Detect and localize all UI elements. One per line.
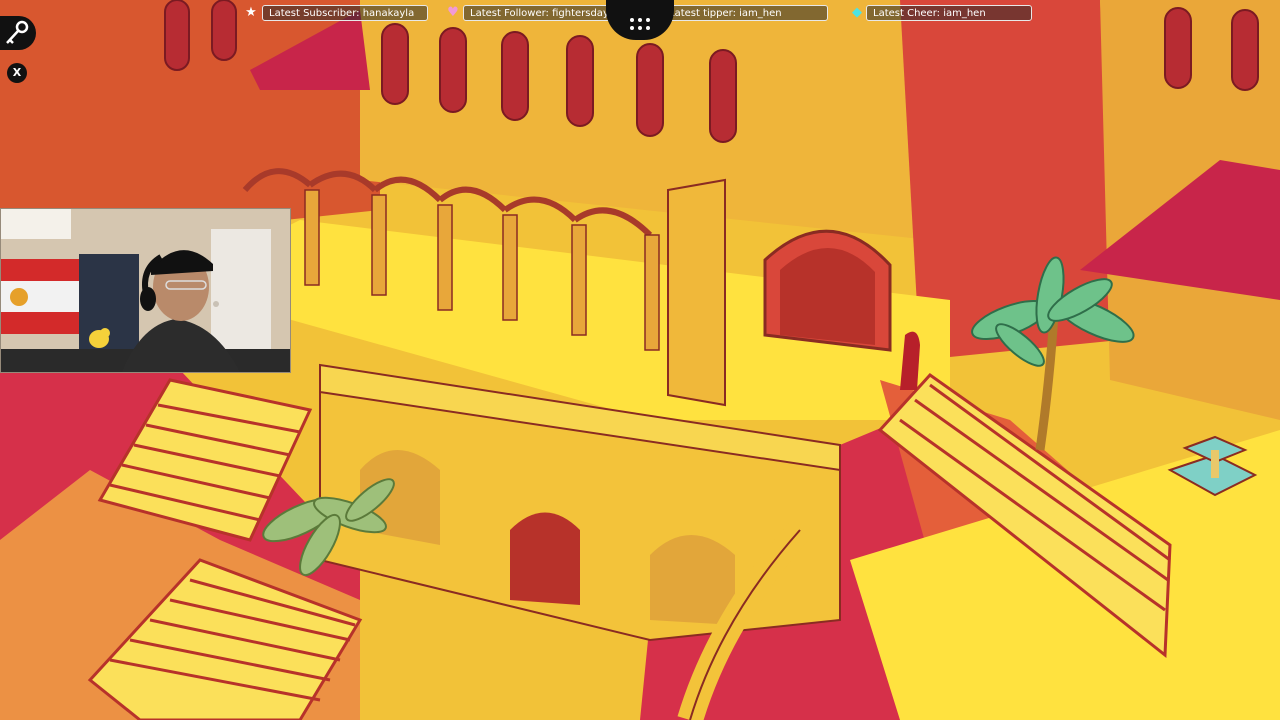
camera-rig-icon [606, 0, 674, 40]
diamond-icon: ◆ [852, 5, 862, 20]
latest-tipper-bar: Latest tipper: iam_hen [662, 5, 828, 21]
gate-pillar [667, 178, 726, 407]
webcam-feed [0, 208, 291, 373]
latest-cheer-bar: Latest Cheer: iam_hen [866, 5, 1032, 21]
archway-stairs [780, 247, 875, 345]
close-icon[interactable]: X [7, 63, 27, 83]
wall-ac-unit [1, 209, 71, 239]
key-icon[interactable] [0, 16, 36, 50]
latest-subscriber-bar: Latest Subscriber: hanakayla [262, 5, 428, 21]
star-icon: ★ [245, 5, 257, 20]
heart-icon: ♥ [447, 5, 459, 20]
